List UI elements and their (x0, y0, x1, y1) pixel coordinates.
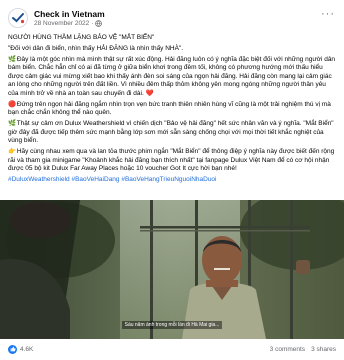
post-paragraph: 🌿 Thật sự cảm ơn Dulux Weathershield vì … (8, 120, 334, 145)
post-header: Check in Vietnam 28 November 2022 · (8, 7, 105, 29)
more-options-button[interactable]: ··· (321, 9, 335, 20)
page-avatar[interactable] (8, 8, 28, 28)
like-reaction-icon (8, 344, 17, 354)
thumbs-up-icon (10, 346, 16, 352)
globe-icon (95, 19, 103, 27)
video-caption: Sáu năm ánh trong mỗi lần đi Hà Mai gia.… (0, 321, 344, 329)
herb-icon: 🌿 (8, 55, 17, 63)
post-date[interactable]: 28 November 2022 (34, 19, 89, 28)
video-frame (0, 200, 344, 339)
post-hashtags[interactable]: #DuluxWeathershield #BaoVeHaiDang #BaoVe… (8, 176, 338, 185)
pointing-hand-icon: 👉 (8, 148, 17, 156)
post-video[interactable]: Sáu năm ánh trong mỗi lần đi Hà Mai gia.… (0, 200, 344, 339)
post-paragraph: 🌿 Đây là một góc nhìn mà mình thật sự rấ… (8, 55, 336, 97)
post-paragraph: 👉 Hãy cùng nhau xem qua và lan tỏa thước… (8, 148, 335, 173)
post-time-row: 28 November 2022 · (34, 19, 105, 28)
date-separator: · (91, 19, 94, 27)
post-meta: Check in Vietnam 28 November 2022 · (34, 9, 105, 28)
reaction-count: 4.6K (20, 345, 34, 353)
reaction-summary[interactable]: 4.6K (8, 344, 34, 354)
engagement-counts: 3 comments 3 shares (270, 346, 336, 353)
post-paragraph: "Đối với dân đi biển, nhìn thấy HẢI ĐĂNG… (8, 44, 184, 52)
post-paragraph: 🔴 Đứng trên ngọn hải đăng ngắm nhìn trọn… (8, 100, 331, 117)
shares-count[interactable]: 3 shares (311, 346, 336, 353)
comments-count[interactable]: 3 comments (270, 346, 305, 353)
herb-icon: 🌿 (8, 120, 17, 128)
post-footer: 4.6K 3 comments 3 shares (8, 342, 336, 356)
post-card: Check in Vietnam 28 November 2022 · ··· … (0, 0, 344, 360)
post-body: NGƯỜI HÙNG THẦM LẶNG BẢO VỆ "MẮT BIỂN" "… (8, 34, 338, 187)
page-name-link[interactable]: Check in Vietnam (34, 9, 105, 19)
post-paragraph: NGƯỜI HÙNG THẦM LẶNG BẢO VỆ "MẮT BIỂN" (8, 34, 155, 41)
checkin-logo-icon (9, 9, 27, 27)
